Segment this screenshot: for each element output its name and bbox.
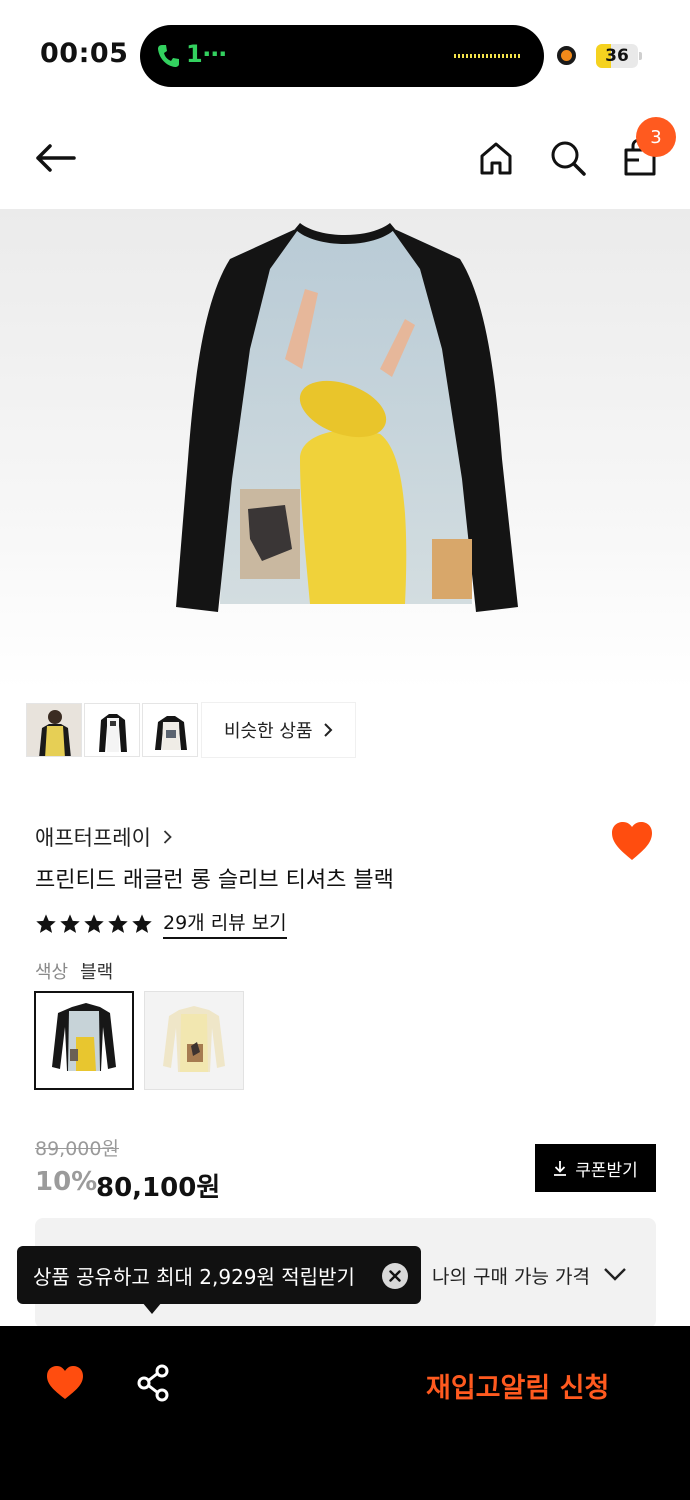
star-icon (84, 913, 104, 933)
original-price: 89,000원 (35, 1138, 119, 1160)
tooltip-close-button[interactable] (382, 1263, 408, 1289)
thumbnail-variant[interactable] (142, 703, 198, 757)
share-icon[interactable] (135, 1364, 171, 1402)
call-indicator: 1⋯ (186, 40, 227, 68)
review-link[interactable]: 29개 리뷰 보기 (163, 908, 287, 939)
tooltip-text: 상품 공유하고 최대 2,929원 적립받기 (33, 1264, 355, 1289)
product-title: 프린티드 래글런 롱 슬리브 티셔츠 블랙 (35, 868, 394, 893)
home-icon (480, 142, 512, 175)
dynamic-island[interactable]: 1⋯ (140, 25, 544, 87)
star-icon (132, 913, 152, 933)
discount-rate: 10% (35, 1167, 98, 1197)
color-label: 색상 (35, 962, 69, 983)
close-icon (389, 1270, 401, 1282)
chevron-down-icon[interactable] (603, 1266, 627, 1282)
chevron-right-icon (323, 723, 332, 737)
swatch-black-image (36, 993, 132, 1088)
star-icon (36, 913, 56, 933)
audio-wave-icon (454, 54, 522, 58)
star-icon (60, 913, 80, 933)
star-icon (108, 913, 128, 933)
search-icon (551, 141, 586, 176)
cart-count-badge: 3 (636, 117, 676, 157)
thumbnail-back-image (85, 704, 139, 756)
battery-icon: 36 (596, 44, 638, 68)
back-arrow-icon (36, 144, 76, 172)
similar-products-button[interactable]: 비슷한 상품 (202, 703, 355, 757)
bottom-action-bar (0, 1326, 690, 1500)
heart-icon[interactable] (46, 1365, 84, 1401)
thumbnail-model-image (27, 704, 81, 756)
back-button[interactable] (30, 136, 80, 180)
similar-products-label: 비슷한 상품 (224, 721, 313, 742)
brand-link[interactable]: 애프터프레이 (35, 822, 172, 852)
coupon-label: 쿠폰받기 (575, 1160, 638, 1181)
battery-level: 36 (605, 46, 629, 66)
recording-dot-icon (557, 46, 576, 65)
thumbnail-model[interactable] (26, 703, 82, 757)
brand-name: 애프터프레이 (35, 826, 151, 850)
product-image[interactable] (0, 209, 690, 690)
color-swatch-white[interactable] (144, 991, 244, 1090)
download-icon (554, 1161, 567, 1176)
swatch-white-image (145, 992, 243, 1089)
tshirt-image (176, 223, 518, 612)
image-thumbnails: 비슷한 상품 (26, 703, 355, 757)
search-button[interactable] (546, 136, 590, 180)
color-swatch-black[interactable] (34, 991, 134, 1090)
battery-tip (639, 52, 642, 60)
status-bar: 00:05 1⋯ 36 (0, 0, 690, 110)
tooltip-tail (142, 1302, 162, 1314)
coupon-button[interactable]: 쿠폰받기 (535, 1144, 656, 1192)
share-reward-tooltip: 상품 공유하고 최대 2,929원 적립받기 (17, 1246, 421, 1304)
thumbnail-back[interactable] (84, 703, 140, 757)
home-button[interactable] (474, 136, 518, 180)
star-rating (35, 913, 155, 935)
rating-row: 29개 리뷰 보기 (35, 908, 287, 939)
purchasable-price-label[interactable]: 나의 구매 가능 가격 (432, 1262, 590, 1289)
chevron-right-icon (163, 830, 172, 844)
phone-icon (158, 45, 179, 67)
wishlist-heart-icon[interactable] (610, 820, 654, 862)
thumbnail-variant-image (143, 704, 197, 756)
sale-price: 80,100원 (96, 1173, 221, 1203)
restock-alert-button[interactable]: 재입고알림 신청 (426, 1366, 609, 1405)
color-row: 색상 블랙 (35, 958, 113, 984)
color-value: 블랙 (80, 962, 114, 983)
status-time: 00:05 (40, 38, 129, 69)
